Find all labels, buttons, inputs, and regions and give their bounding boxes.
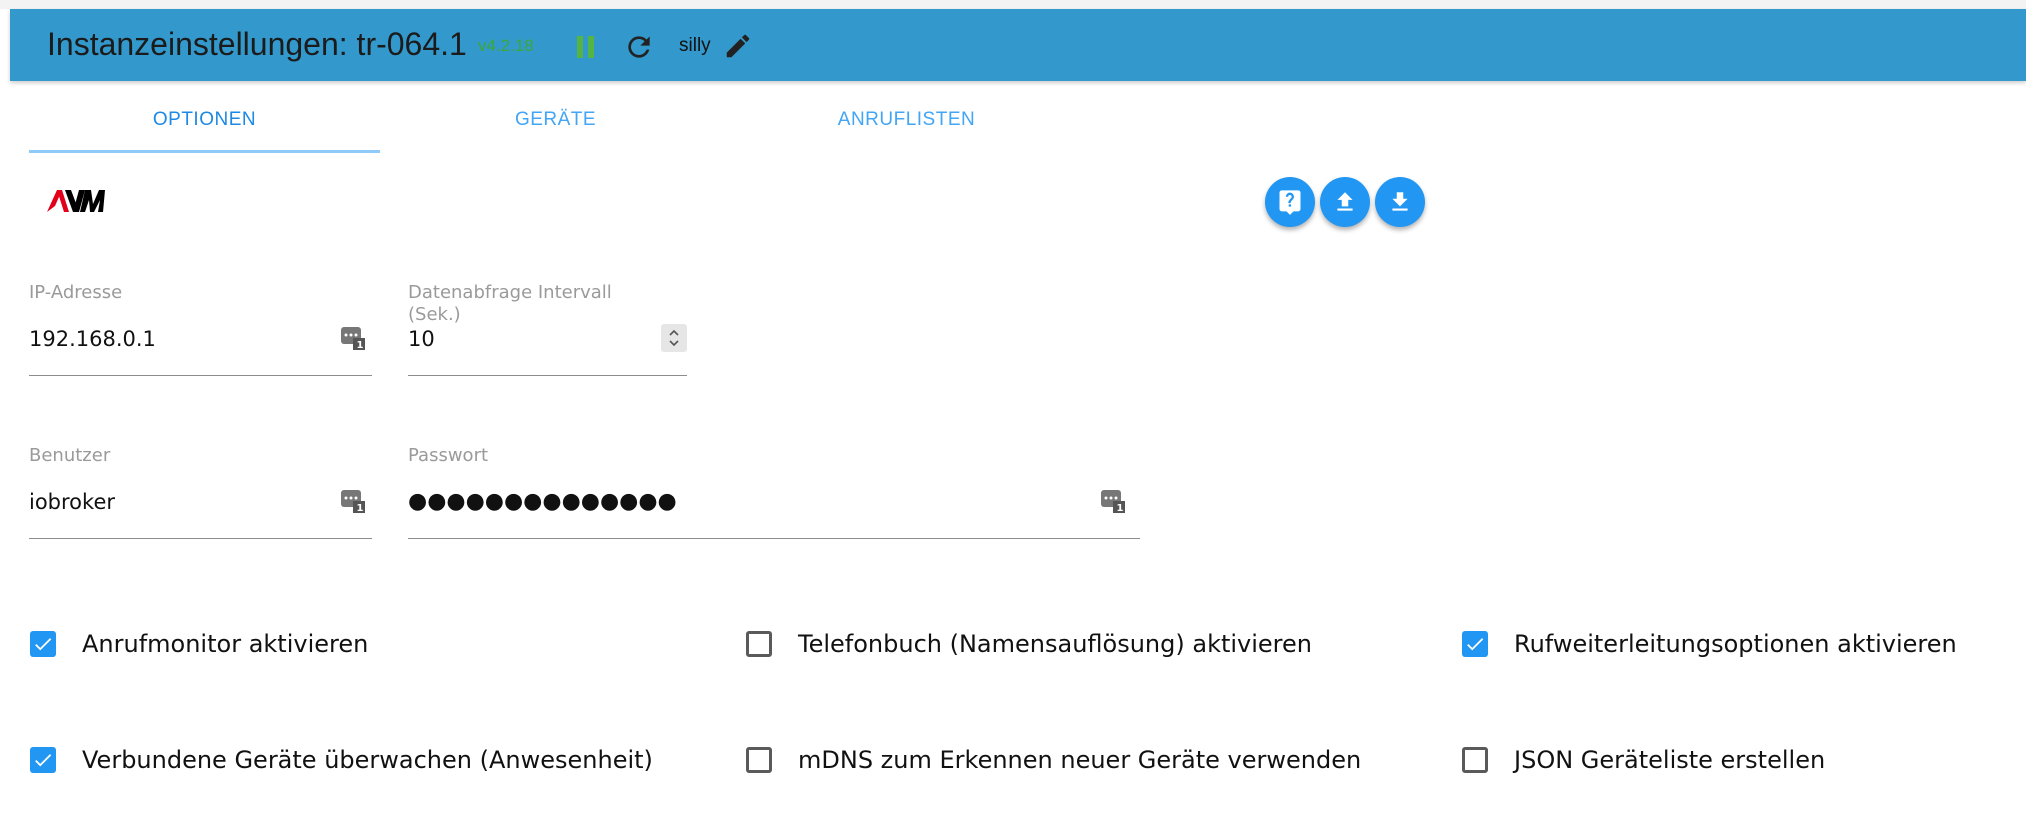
option-json-liste[interactable]: JSON Geräteliste erstellen bbox=[1462, 746, 1825, 774]
tab-indicator bbox=[29, 150, 380, 153]
option-anrufmonitor[interactable]: Anrufmonitor aktivieren bbox=[30, 630, 368, 658]
checkbox-checked[interactable] bbox=[30, 631, 56, 657]
upload-button[interactable] bbox=[1320, 177, 1370, 227]
variable-icon[interactable]: 1 bbox=[340, 325, 366, 351]
user-input[interactable]: iobroker bbox=[29, 490, 115, 514]
help-icon bbox=[1279, 190, 1301, 215]
password-label: Passwort bbox=[408, 445, 489, 466]
option-telefonbuch[interactable]: Telefonbuch (Namensauflösung) aktivieren bbox=[746, 630, 1312, 658]
edit-icon[interactable] bbox=[723, 31, 753, 61]
ip-address-label: IP-Adresse bbox=[29, 282, 123, 303]
interval-label-line1: Datenabfrage Intervall bbox=[408, 282, 612, 303]
checkbox-checked[interactable] bbox=[30, 747, 56, 773]
checkbox-unchecked[interactable] bbox=[1462, 747, 1488, 773]
interval-input[interactable]: 10 bbox=[408, 327, 435, 351]
option-label: Anrufmonitor aktivieren bbox=[82, 630, 369, 658]
checkbox-unchecked[interactable] bbox=[746, 631, 772, 657]
pause-icon[interactable] bbox=[577, 36, 597, 58]
user-field: Benutzer iobroker 1 bbox=[29, 445, 372, 540]
tab-optionen[interactable]: OPTIONEN bbox=[29, 88, 380, 152]
option-label: mDNS zum Erkennen neuer Geräte verwenden bbox=[798, 746, 1362, 774]
avm-logo bbox=[47, 190, 105, 212]
upload-icon bbox=[1337, 192, 1353, 211]
check-icon bbox=[35, 638, 52, 651]
user-label: Benutzer bbox=[29, 445, 111, 466]
tab-anruflisten[interactable]: ANRUFLISTEN bbox=[731, 88, 1082, 152]
variable-icon[interactable]: 1 bbox=[1100, 488, 1126, 514]
tab-geraete[interactable]: GERÄTE bbox=[380, 88, 731, 152]
stepper-arrows-icon bbox=[669, 329, 679, 347]
page-title: Instanzeinstellungen: tr-064.1 bbox=[47, 26, 467, 62]
option-label: Rufweiterleitungsoptionen aktivieren bbox=[1514, 630, 1957, 658]
svg-text:1: 1 bbox=[1117, 503, 1124, 514]
password-field: Passwort ●●●●●●●●●●●●●● 1 bbox=[408, 445, 1140, 540]
ip-address-input[interactable]: 192.168.0.1 bbox=[29, 327, 156, 351]
check-icon bbox=[35, 754, 52, 767]
download-button[interactable] bbox=[1375, 177, 1425, 227]
check-icon bbox=[1467, 638, 1484, 651]
version-badge: v4.2.18 bbox=[478, 36, 534, 55]
header-bar: Instanzeinstellungen: tr-064.1 v4.2.18 s… bbox=[10, 9, 2026, 81]
checkbox-unchecked[interactable] bbox=[746, 747, 772, 773]
reload-icon[interactable] bbox=[623, 31, 655, 63]
interval-stepper[interactable] bbox=[661, 324, 687, 352]
top-strip bbox=[0, 0, 2026, 9]
interval-label-line2: (Sek.) bbox=[408, 304, 461, 325]
option-rufweiterleitung[interactable]: Rufweiterleitungsoptionen aktivieren bbox=[1462, 630, 1957, 658]
instance-settings-page: Instanzeinstellungen: tr-064.1 v4.2.18 s… bbox=[0, 0, 2026, 826]
option-mdns[interactable]: mDNS zum Erkennen neuer Geräte verwenden bbox=[746, 746, 1361, 774]
download-icon bbox=[1392, 192, 1408, 211]
option-label: JSON Geräteliste erstellen bbox=[1514, 746, 1826, 774]
log-level: silly bbox=[679, 35, 711, 56]
interval-field: Datenabfrage Intervall (Sek.) 10 bbox=[408, 282, 687, 377]
checkbox-checked[interactable] bbox=[1462, 631, 1488, 657]
ip-address-field: IP-Adresse 192.168.0.1 1 bbox=[29, 282, 372, 377]
variable-icon[interactable]: 1 bbox=[340, 488, 366, 514]
option-label: Verbundene Geräte überwachen (Anwesenhei… bbox=[82, 746, 653, 774]
password-input[interactable]: ●●●●●●●●●●●●●● bbox=[408, 489, 677, 514]
svg-text:1: 1 bbox=[357, 340, 364, 351]
help-button[interactable] bbox=[1265, 177, 1315, 227]
option-label: Telefonbuch (Namensauflösung) aktivieren bbox=[798, 630, 1312, 658]
svg-text:1: 1 bbox=[357, 503, 364, 514]
option-anwesenheit[interactable]: Verbundene Geräte überwachen (Anwesenhei… bbox=[30, 746, 653, 774]
